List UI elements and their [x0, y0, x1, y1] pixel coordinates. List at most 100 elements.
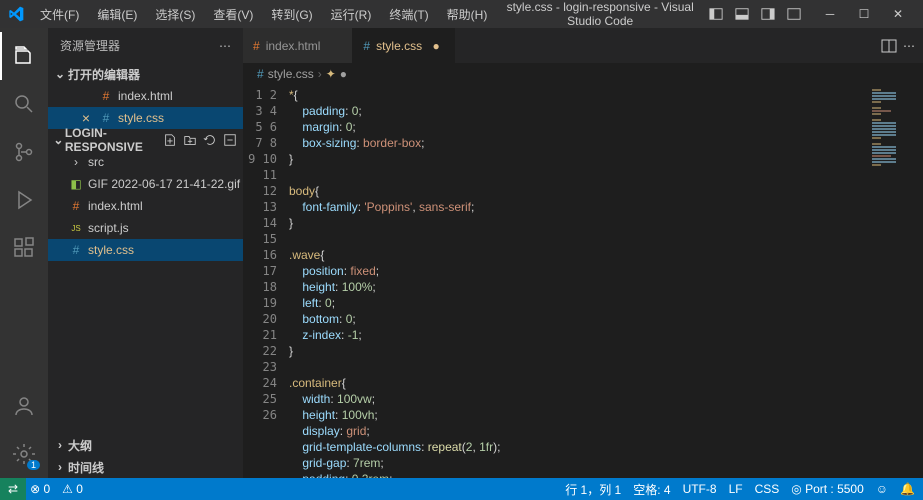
breadcrumb-separator-icon: › [318, 67, 322, 81]
feedback-icon[interactable]: ☺ [876, 482, 888, 496]
live-server-status[interactable]: ◎ Port : 5500 [791, 482, 864, 496]
file-icon: ◧ [68, 177, 84, 191]
language-status[interactable]: CSS [755, 482, 780, 496]
breadcrumb-file[interactable]: style.css [268, 67, 314, 81]
indentation-status[interactable]: 空格: 4 [633, 481, 670, 498]
panel-bottom-icon[interactable] [731, 3, 753, 25]
cursor-position[interactable]: 行 1，列 1 [565, 481, 621, 498]
tree-item[interactable]: # index.html [48, 195, 243, 217]
tab-label: index.html [266, 39, 321, 53]
notifications-icon[interactable]: 🔔 [900, 482, 915, 496]
file-icon: # [363, 39, 370, 53]
chevron-right-icon: › [68, 155, 84, 169]
file-icon: # [68, 199, 84, 213]
outline-label: 大纲 [68, 437, 92, 454]
sidebar-title-label: 资源管理器 [60, 37, 120, 54]
extensions-activity-icon[interactable] [0, 224, 48, 272]
menu-bar: 文件(F)编辑(E)选择(S)查看(V)转到(G)运行(R)终端(T)帮助(H) [32, 2, 495, 27]
chevron-down-icon: ⌄ [52, 67, 68, 81]
file-name: GIF 2022-06-17 21-41-22.gif [88, 177, 240, 191]
debug-activity-icon[interactable] [0, 176, 48, 224]
title-controls [705, 3, 805, 25]
menu-item[interactable]: 查看(V) [205, 2, 261, 27]
refresh-icon[interactable] [201, 131, 219, 149]
file-name: style.css [118, 111, 164, 125]
sidebar: 资源管理器 ⋯ ⌄ 打开的编辑器 #index.html×#style.css … [48, 28, 243, 478]
tab-close-icon[interactable]: ● [428, 39, 444, 53]
encoding-status[interactable]: UTF-8 [683, 482, 717, 496]
new-file-icon[interactable] [161, 131, 179, 149]
outline-section[interactable]: › 大纲 [48, 434, 243, 456]
panel-right-icon[interactable] [757, 3, 779, 25]
errors-status[interactable]: ⊗ 0 [30, 482, 50, 496]
menu-item[interactable]: 帮助(H) [439, 2, 496, 27]
line-numbers: 1 2 3 4 5 6 7 8 9 10 11 12 13 14 15 16 1… [243, 85, 289, 478]
file-icon: # [98, 111, 114, 125]
close-editor-icon[interactable]: × [78, 110, 94, 126]
scm-activity-icon[interactable] [0, 128, 48, 176]
editor-body[interactable]: 1 2 3 4 5 6 7 8 9 10 11 12 13 14 15 16 1… [243, 85, 923, 478]
file-icon: # [253, 39, 260, 53]
title-bar: 文件(F)编辑(E)选择(S)查看(V)转到(G)运行(R)终端(T)帮助(H)… [0, 0, 923, 28]
menu-item[interactable]: 编辑(E) [89, 2, 145, 27]
sidebar-title: 资源管理器 ⋯ [48, 28, 243, 63]
new-folder-icon[interactable] [181, 131, 199, 149]
collapse-icon[interactable] [221, 131, 239, 149]
editor-tab[interactable]: # index.html [243, 28, 353, 63]
file-name: script.js [88, 221, 129, 235]
split-editor-icon[interactable] [881, 38, 897, 54]
timeline-label: 时间线 [68, 459, 104, 476]
sidebar-more-icon[interactable]: ⋯ [219, 39, 231, 53]
timeline-section[interactable]: › 时间线 [48, 456, 243, 478]
code-content[interactable]: *{ padding: 0; margin: 0; box-sizing: bo… [289, 85, 868, 478]
panel-left-icon[interactable] [705, 3, 727, 25]
menu-item[interactable]: 选择(S) [147, 2, 203, 27]
chevron-right-icon: › [52, 438, 68, 452]
open-editors-section[interactable]: ⌄ 打开的编辑器 [48, 63, 243, 85]
tree-item[interactable]: › src [48, 151, 243, 173]
breadcrumbs[interactable]: # style.css › ✦ ● [243, 63, 923, 85]
activity-bar: 1 [0, 28, 48, 478]
more-actions-icon[interactable]: ⋯ [903, 39, 915, 53]
account-activity-icon[interactable] [0, 382, 48, 430]
file-icon: JS [68, 224, 84, 233]
remote-indicator[interactable]: ⇄ [0, 478, 26, 500]
modified-indicator-icon: ● [340, 67, 347, 81]
menu-item[interactable]: 运行(R) [323, 2, 380, 27]
breadcrumb-symbol-icon: ✦ [326, 67, 336, 81]
status-bar: ⇄ ⊗ 0 ⚠ 0 行 1，列 1 空格: 4 UTF-8 LF CSS ◎ P… [0, 478, 923, 500]
layout-icon[interactable] [783, 3, 805, 25]
menu-item[interactable]: 终端(T) [381, 2, 436, 27]
folder-section[interactable]: ⌄ LOGIN-RESPONSIVE [48, 129, 243, 151]
tree-item[interactable]: # style.css [48, 239, 243, 261]
minimize-button[interactable]: ─ [813, 0, 847, 28]
folder-label: LOGIN-RESPONSIVE [65, 126, 161, 154]
menu-item[interactable]: 文件(F) [32, 2, 87, 27]
maximize-button[interactable]: ☐ [847, 0, 881, 28]
minimap[interactable] [868, 85, 923, 478]
search-activity-icon[interactable] [0, 80, 48, 128]
close-button[interactable]: ✕ [881, 0, 915, 28]
tabs-bar: # index.html #style.css● ⋯ [243, 28, 923, 63]
chevron-right-icon: › [52, 460, 68, 474]
window-controls: ─ ☐ ✕ [813, 0, 915, 28]
folder-name: src [88, 155, 104, 169]
warnings-status[interactable]: ⚠ 0 [62, 482, 83, 496]
editor-tab[interactable]: #style.css● [353, 28, 455, 63]
vscode-logo-icon [8, 6, 24, 22]
file-name: index.html [118, 89, 173, 103]
file-icon: # [68, 243, 84, 257]
window-title: style.css - login-responsive - Visual St… [495, 0, 705, 28]
settings-activity-icon[interactable]: 1 [0, 430, 48, 478]
file-name: index.html [88, 199, 143, 213]
menu-item[interactable]: 转到(G) [263, 2, 320, 27]
tree-item[interactable]: JS script.js [48, 217, 243, 239]
editor-area: #index.html#style.css● ⋯ # style.css › ✦… [243, 28, 923, 478]
chevron-down-icon: ⌄ [52, 133, 65, 147]
eol-status[interactable]: LF [729, 482, 743, 496]
explorer-activity-icon[interactable] [0, 32, 48, 80]
open-editor-item[interactable]: #index.html [48, 85, 243, 107]
file-name: style.css [88, 243, 134, 257]
open-editors-label: 打开的编辑器 [68, 66, 140, 83]
tree-item[interactable]: ◧ GIF 2022-06-17 21-41-22.gif [48, 173, 243, 195]
